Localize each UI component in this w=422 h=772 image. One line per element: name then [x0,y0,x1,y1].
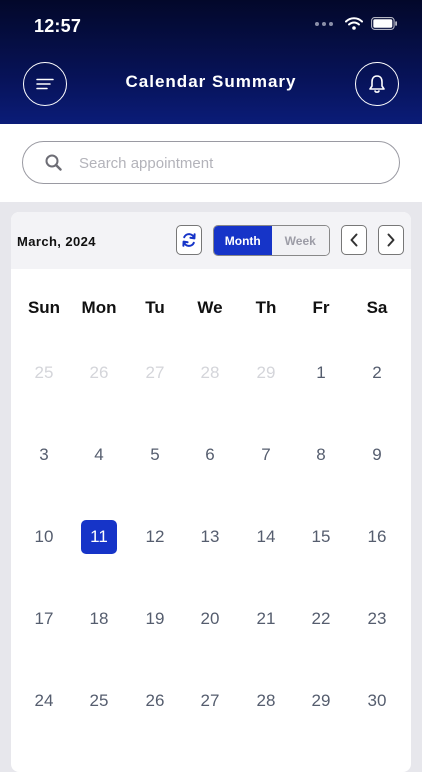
calendar-day[interactable]: 19 [137,602,173,636]
calendar-day[interactable]: 4 [81,438,117,472]
calendar-day[interactable]: 10 [26,520,62,554]
calendar-day[interactable]: 6 [192,438,228,472]
calendar-day[interactable]: 1 [303,356,339,390]
calendar-card: March, 2024 Month Week Sun Mon Tu We Th … [11,212,411,772]
refresh-icon [182,233,196,247]
search-box[interactable] [22,141,400,184]
weekday-header-row: Sun Mon Tu We Th Fr Sa [11,298,411,326]
refresh-button[interactable] [176,225,202,255]
calendar-day[interactable]: 29 [303,684,339,718]
calendar-day-prev-month[interactable]: 25 [26,356,62,390]
calendar-day[interactable]: 22 [303,602,339,636]
calendar-day-selected[interactable]: 11 [81,520,117,554]
calendar-day[interactable]: 14 [248,520,284,554]
view-toggle: Month Week [213,225,330,256]
weekday-tue: Tu [145,298,165,317]
search-area [0,124,422,202]
weekday-wed: We [197,298,223,317]
calendar-day[interactable]: 20 [192,602,228,636]
calendar-day[interactable]: 17 [26,602,62,636]
battery-icon [371,17,397,30]
calendar-day[interactable]: 26 [137,684,173,718]
calendar-day-prev-month[interactable]: 28 [192,356,228,390]
calendar-day[interactable]: 8 [303,438,339,472]
next-month-button[interactable] [378,225,404,255]
calendar-month-title: March, 2024 [17,234,96,249]
status-bar: 12:57 [0,0,422,52]
calendar-toolbar: March, 2024 Month Week [11,212,411,269]
calendar-day[interactable]: 28 [248,684,284,718]
search-input[interactable] [77,142,381,184]
weekday-mon: Mon [81,298,117,317]
notification-button[interactable] [355,62,399,106]
previous-month-button[interactable] [341,225,367,255]
status-icons [315,17,398,30]
calendar-day[interactable]: 18 [81,602,117,636]
calendar-day[interactable]: 15 [303,520,339,554]
calendar-day[interactable]: 23 [359,602,395,636]
month-view-button[interactable]: Month [214,226,272,255]
calendar-day[interactable]: 9 [359,438,395,472]
calendar-day[interactable]: 3 [26,438,62,472]
status-time: 12:57 [34,16,82,36]
calendar-day-prev-month[interactable]: 26 [81,356,117,390]
calendar-day[interactable]: 7 [248,438,284,472]
calendar-day[interactable]: 16 [359,520,395,554]
calendar-day[interactable]: 21 [248,602,284,636]
calendar-day[interactable]: 27 [192,684,228,718]
week-view-button[interactable]: Week [271,226,329,255]
weekday-sun: Sun [27,298,61,317]
calendar-day[interactable]: 24 [26,684,62,718]
signal-dots-icon [315,21,333,26]
weekday-thu: Th [255,298,277,317]
calendar-day[interactable]: 12 [137,520,173,554]
search-icon [45,154,62,171]
calendar-day-prev-month[interactable]: 29 [248,356,284,390]
app-header: 12:57 Calendar Summary [0,0,422,124]
calendar-day[interactable]: 2 [359,356,395,390]
weekday-sat: Sa [366,298,388,317]
calendar-day[interactable]: 13 [192,520,228,554]
weekday-fri: Fr [312,298,330,317]
wifi-icon [345,17,363,30]
calendar-day[interactable]: 30 [359,684,395,718]
bell-icon [369,75,385,93]
chevron-left-icon [350,233,358,247]
calendar-day[interactable]: 25 [81,684,117,718]
chevron-right-icon [387,233,395,247]
calendar-day-prev-month[interactable]: 27 [137,356,173,390]
calendar-day[interactable]: 5 [137,438,173,472]
